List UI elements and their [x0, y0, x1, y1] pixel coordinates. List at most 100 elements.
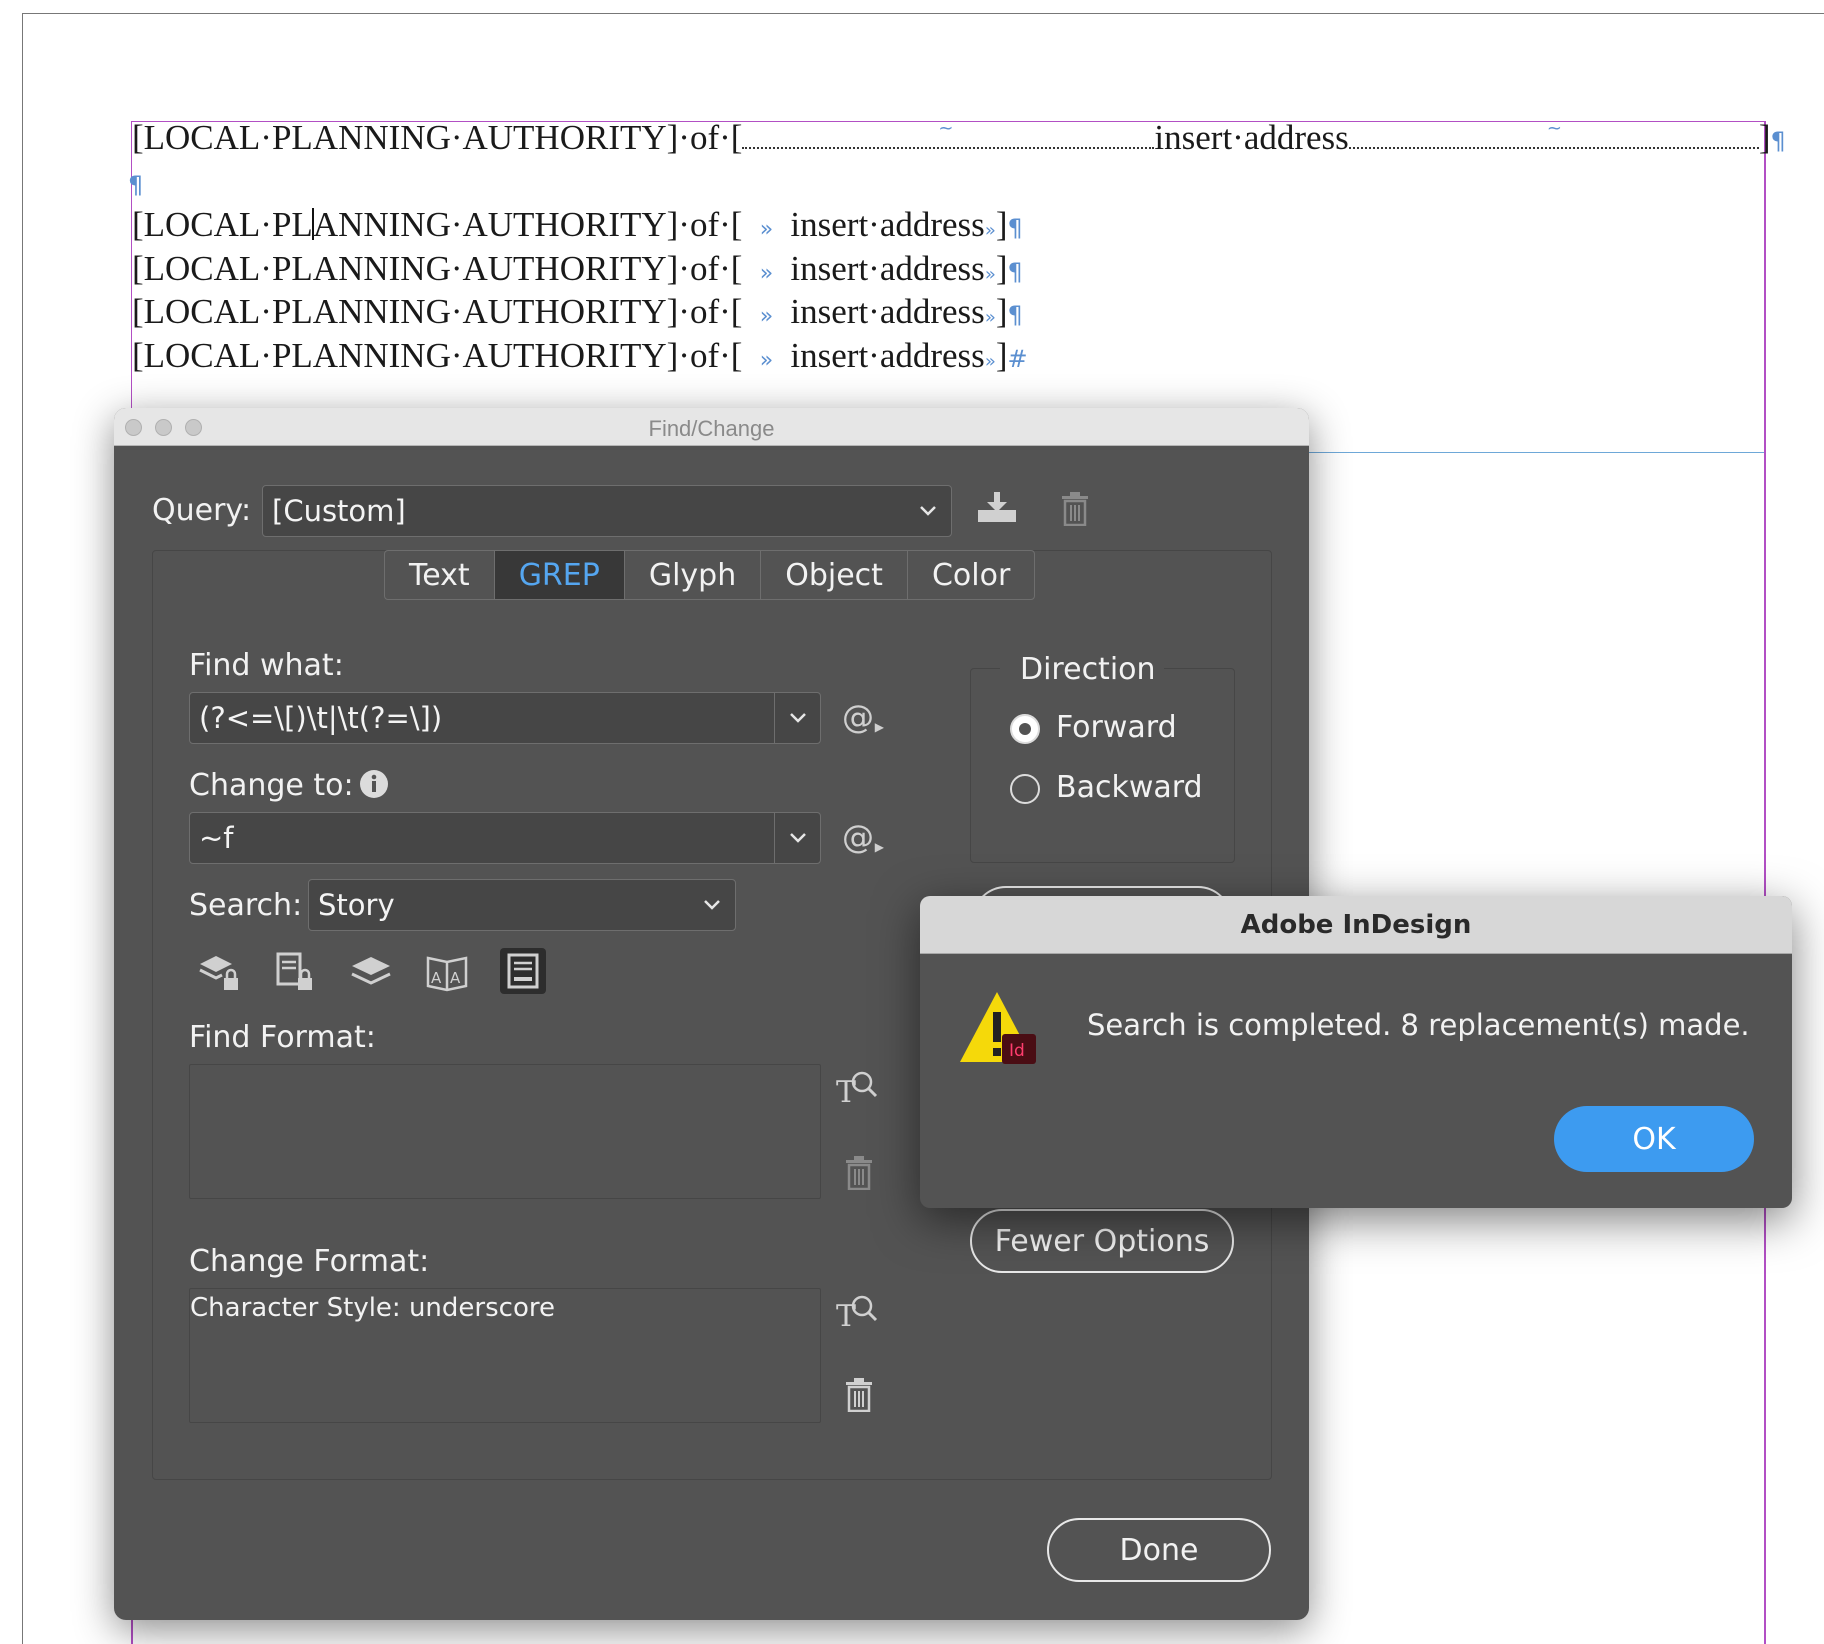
backward-radio[interactable] — [1010, 774, 1040, 804]
specify-find-format-icon[interactable]: T — [836, 1068, 878, 1113]
clear-change-format-icon[interactable] — [844, 1378, 874, 1417]
margin-guide-right — [1764, 121, 1766, 1644]
empty-paragraph: ¶ — [128, 162, 143, 205]
line-text: [LOCAL·PLANNING·AUTHORITY]·of·[ — [132, 336, 743, 375]
tab-color[interactable]: Color — [908, 551, 1034, 599]
direction-label: Direction — [1000, 652, 1164, 687]
chevron-down-icon[interactable] — [774, 693, 820, 743]
tilde-mark: ~ — [1546, 118, 1562, 139]
specify-change-format-icon[interactable]: T — [836, 1292, 878, 1337]
include-locked-layers-icon[interactable] — [196, 948, 242, 994]
query-value: [Custom] — [272, 494, 406, 528]
include-hidden-layers-icon[interactable] — [348, 948, 394, 994]
document-line-5[interactable]: [LOCAL·PLANNING·AUTHORITY]·of·[» insert·a… — [132, 336, 1028, 382]
pilcrow-mark: ¶ — [1007, 301, 1023, 329]
special-characters-find-icon[interactable]: @ ▶ — [842, 698, 884, 736]
svg-text:A: A — [450, 969, 461, 987]
special-characters-change-icon[interactable]: @ ▶ — [842, 818, 884, 856]
find-format-label: Find Format: — [189, 1020, 376, 1055]
line-close: ] — [995, 205, 1008, 244]
underscore-leader: ~ — [1348, 118, 1759, 149]
line-address: insert·address — [790, 336, 985, 375]
document-line-2[interactable]: [LOCAL·PLANNING·AUTHORITY]·of·[» insert·a… — [132, 205, 1023, 251]
fewer-options-button[interactable]: Fewer Options — [970, 1209, 1234, 1273]
tab-object[interactable]: Object — [761, 551, 908, 599]
document-line-4[interactable]: [LOCAL·PLANNING·AUTHORITY]·of·[ » insert·a… — [132, 292, 1023, 338]
tab-mark: » — [759, 261, 774, 286]
document-line-3[interactable]: [LOCAL·PLANNING·AUTHORITY]·of·[» insert·a… — [132, 249, 1023, 295]
info-icon[interactable] — [359, 769, 389, 804]
tab-mark: » — [759, 217, 774, 242]
search-scope-value: Story — [318, 888, 395, 922]
save-query-icon[interactable] — [976, 490, 1018, 531]
pilcrow-mark: ¶ — [1007, 214, 1023, 242]
line-text: [LOCAL·PLANNING·AUTHORITY]·of·[ — [132, 292, 743, 331]
triangle-icon: ▶ — [874, 720, 884, 734]
chevron-down-icon[interactable] — [774, 813, 820, 863]
tab-glyph[interactable]: Glyph — [625, 551, 762, 599]
clear-find-format-icon[interactable] — [844, 1156, 874, 1195]
end-of-story-mark: # — [1007, 345, 1028, 373]
include-master-pages-icon[interactable]: AA — [424, 948, 470, 994]
line-close: ] — [995, 292, 1008, 331]
dialog-title: Find/Change — [648, 416, 775, 441]
line-address: insert·address — [1154, 118, 1349, 157]
forward-label[interactable]: Forward — [1056, 710, 1177, 745]
change-to-label: Change to: — [189, 768, 354, 803]
line-address: insert·address — [790, 292, 985, 331]
delete-query-icon[interactable] — [1060, 492, 1090, 531]
change-format-value: Character Style: underscore — [190, 1293, 555, 1323]
line-close: ] — [1758, 118, 1771, 157]
search-mode-tabs: Text GREP Glyph Object Color — [384, 550, 1036, 600]
tab-grep[interactable]: GREP — [494, 551, 625, 599]
line-text: [LOCAL·PL — [132, 205, 313, 244]
line-close: ] — [995, 249, 1008, 288]
query-label: Query: — [152, 493, 252, 528]
indesign-badge: Id — [1009, 1041, 1025, 1061]
page-edge-left — [22, 13, 23, 1644]
alert-message: Search is completed. 8 replacement(s) ma… — [1087, 1008, 1750, 1042]
page-edge-top — [22, 13, 1824, 14]
line-close: ] — [995, 336, 1008, 375]
ok-button[interactable]: OK — [1554, 1106, 1754, 1172]
warning-icon: Id — [960, 988, 1040, 1073]
include-footnotes-icon[interactable] — [500, 948, 546, 994]
find-what-input[interactable]: (?<=\[)\t|\t(?=\]) — [189, 692, 821, 744]
tab-mark: » — [984, 264, 996, 285]
svg-text:A: A — [431, 969, 442, 987]
change-format-box[interactable]: Character Style: underscore — [189, 1288, 821, 1423]
forward-radio[interactable] — [1010, 714, 1040, 744]
tab-mark: » — [759, 348, 774, 373]
dialog-titlebar[interactable]: Find/Change — [114, 408, 1309, 446]
search-label: Search: — [189, 888, 303, 923]
chevron-down-icon — [905, 486, 951, 536]
line-address: insert·address — [790, 205, 985, 244]
pilcrow-mark: ¶ — [1007, 258, 1023, 286]
triangle-icon: ▶ — [874, 840, 884, 854]
line-text: [LOCAL·PLANNING·AUTHORITY]·of·[ — [132, 249, 743, 288]
document-line-1[interactable]: [LOCAL·PLANNING·AUTHORITY]·of·[~ insert·a… — [132, 118, 1786, 161]
tab-mark: » — [984, 220, 996, 241]
done-button[interactable]: Done — [1047, 1518, 1271, 1582]
search-scope-select[interactable]: Story — [308, 879, 736, 931]
change-format-label: Change Format: — [189, 1244, 430, 1279]
tab-mark: » — [984, 307, 996, 328]
alert-dialog: Adobe InDesign Id Search is completed. 8… — [920, 896, 1792, 1208]
change-to-input[interactable]: ~f — [189, 812, 821, 864]
chevron-down-icon — [689, 880, 735, 930]
find-what-label: Find what: — [189, 648, 344, 683]
pilcrow-mark: ¶ — [1770, 127, 1786, 155]
find-format-box[interactable] — [189, 1064, 821, 1199]
at-symbol: @ — [842, 698, 874, 736]
query-select[interactable]: [Custom] — [262, 485, 952, 537]
find-what-value: (?<=\[)\t|\t(?=\]) — [199, 701, 443, 735]
line-text: ANNING·AUTHORITY]·of·[ — [312, 205, 743, 244]
pilcrow-mark: ¶ — [128, 171, 144, 199]
include-locked-stories-icon[interactable] — [272, 948, 318, 994]
change-to-value: ~f — [199, 821, 234, 855]
tilde-mark: ~ — [938, 118, 954, 139]
tab-text[interactable]: Text — [385, 551, 495, 599]
direction-group — [970, 668, 1235, 863]
tab-mark: » — [984, 351, 996, 372]
backward-label[interactable]: Backward — [1056, 770, 1203, 805]
